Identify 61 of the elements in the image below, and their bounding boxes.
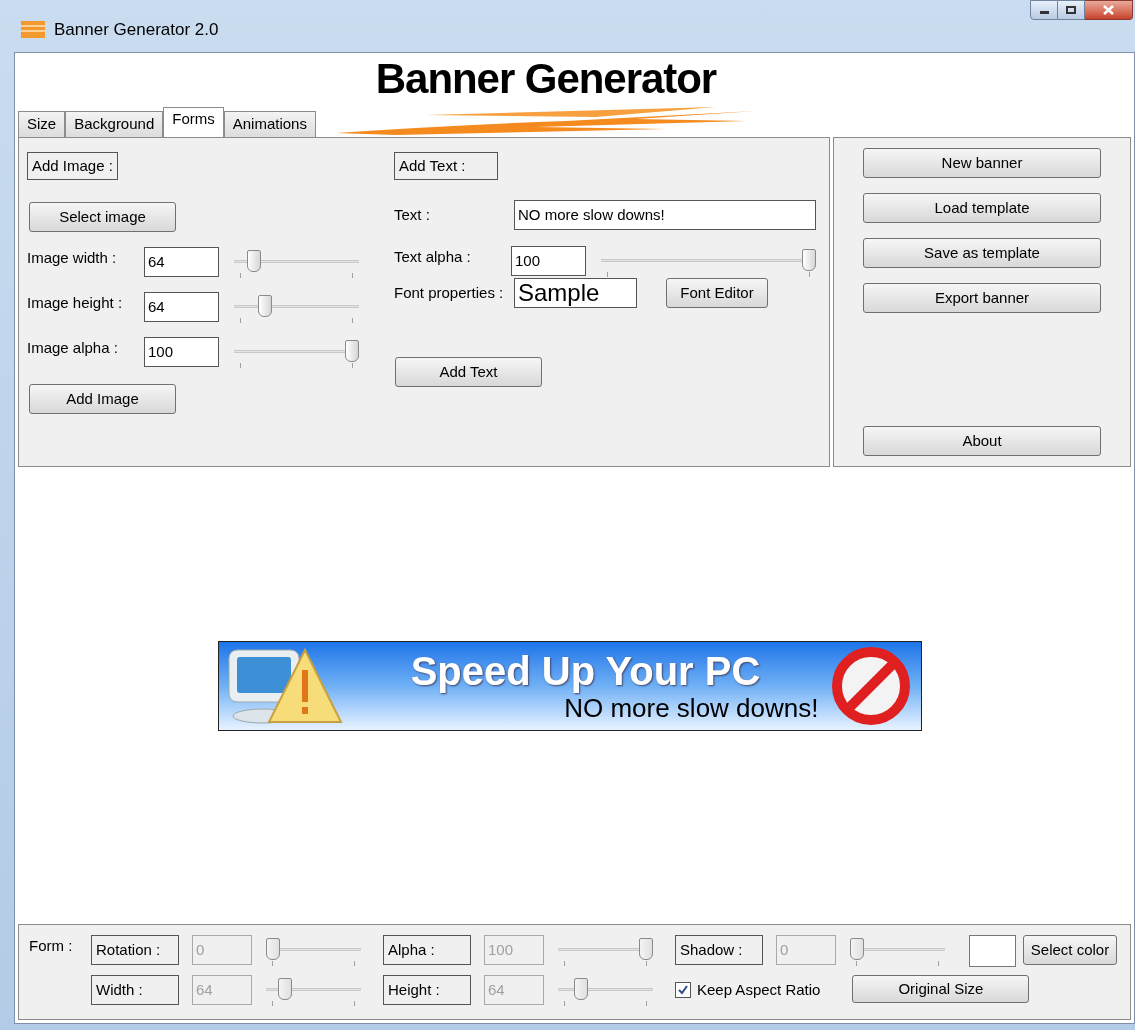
slider[interactable] — [558, 978, 653, 1000]
add-image-button[interactable]: Add Image — [29, 384, 176, 414]
section-heading: Add Text : — [394, 152, 498, 180]
field-label: Text alpha : — [394, 247, 472, 267]
field-label: Font properties : — [394, 282, 505, 303]
control-label: Width : — [91, 975, 179, 1005]
tab[interactable]: Animations — [223, 111, 316, 137]
close-icon — [1103, 5, 1114, 15]
slider[interactable] — [601, 249, 816, 271]
add-text-button[interactable]: Add Text — [395, 357, 542, 387]
action-button[interactable]: Save as template — [863, 238, 1101, 268]
select-color-button[interactable]: Select color — [1023, 935, 1117, 965]
slider[interactable] — [266, 978, 361, 1000]
control-label: Shadow : — [675, 935, 763, 965]
field-label: Text : — [394, 204, 431, 225]
app-icon — [20, 19, 46, 41]
window-title: Banner Generator 2.0 — [54, 19, 219, 42]
color-swatch[interactable] — [969, 935, 1016, 967]
action-button[interactable]: Load template — [863, 193, 1101, 223]
original-size-button[interactable]: Original Size — [852, 975, 1030, 1003]
input-field[interactable]: 100 — [144, 337, 219, 367]
slider-thumb[interactable] — [247, 250, 262, 272]
slider[interactable] — [234, 295, 359, 317]
input-field[interactable]: 64 — [144, 292, 219, 322]
action-button[interactable]: Export banner — [863, 283, 1101, 313]
section-heading: Add Image : — [27, 152, 118, 180]
input-field[interactable]: 64 — [144, 247, 219, 277]
slider[interactable] — [558, 938, 653, 960]
tab[interactable]: Size — [18, 111, 66, 137]
slider-thumb[interactable] — [258, 295, 273, 317]
check-icon — [677, 984, 689, 996]
slider-thumb[interactable] — [345, 340, 359, 362]
tab[interactable]: Background — [65, 111, 164, 137]
checkbox-label: Keep Aspect Ratio — [697, 979, 821, 1000]
close-button[interactable] — [1085, 0, 1133, 20]
slider[interactable] — [234, 250, 359, 272]
field-label: Image height : — [27, 293, 124, 313]
banner-subline: NO more slow downs! — [564, 692, 820, 723]
control-label: Height : — [383, 975, 471, 1005]
select-image-button[interactable]: Select image — [29, 202, 176, 232]
field-label: Image width : — [27, 248, 118, 268]
action-button[interactable]: New banner — [863, 148, 1101, 178]
form-label: Form : — [29, 936, 74, 956]
control-label: Alpha : — [383, 935, 471, 965]
control-label: Rotation : — [91, 935, 179, 965]
maximize-button[interactable] — [1058, 0, 1085, 20]
font-editor-button[interactable]: Font Editor — [666, 278, 768, 308]
banner-headline: Speed Up Your PC — [410, 648, 761, 693]
about-button[interactable]: About — [863, 426, 1101, 456]
input-field[interactable]: 100 — [511, 246, 586, 276]
slider[interactable] — [266, 938, 361, 960]
checkbox[interactable] — [675, 982, 691, 998]
minimize-button[interactable] — [1030, 0, 1058, 20]
input-field[interactable]: NO more slow downs! — [514, 200, 816, 230]
slider[interactable] — [850, 938, 945, 960]
tab[interactable]: Forms — [163, 107, 224, 137]
slider[interactable] — [234, 340, 359, 362]
logo-title: Banner Generator — [375, 55, 717, 103]
font-sample[interactable]: Sample — [514, 278, 637, 308]
slider-thumb[interactable] — [802, 249, 816, 271]
field-label: Image alpha : — [27, 338, 119, 358]
